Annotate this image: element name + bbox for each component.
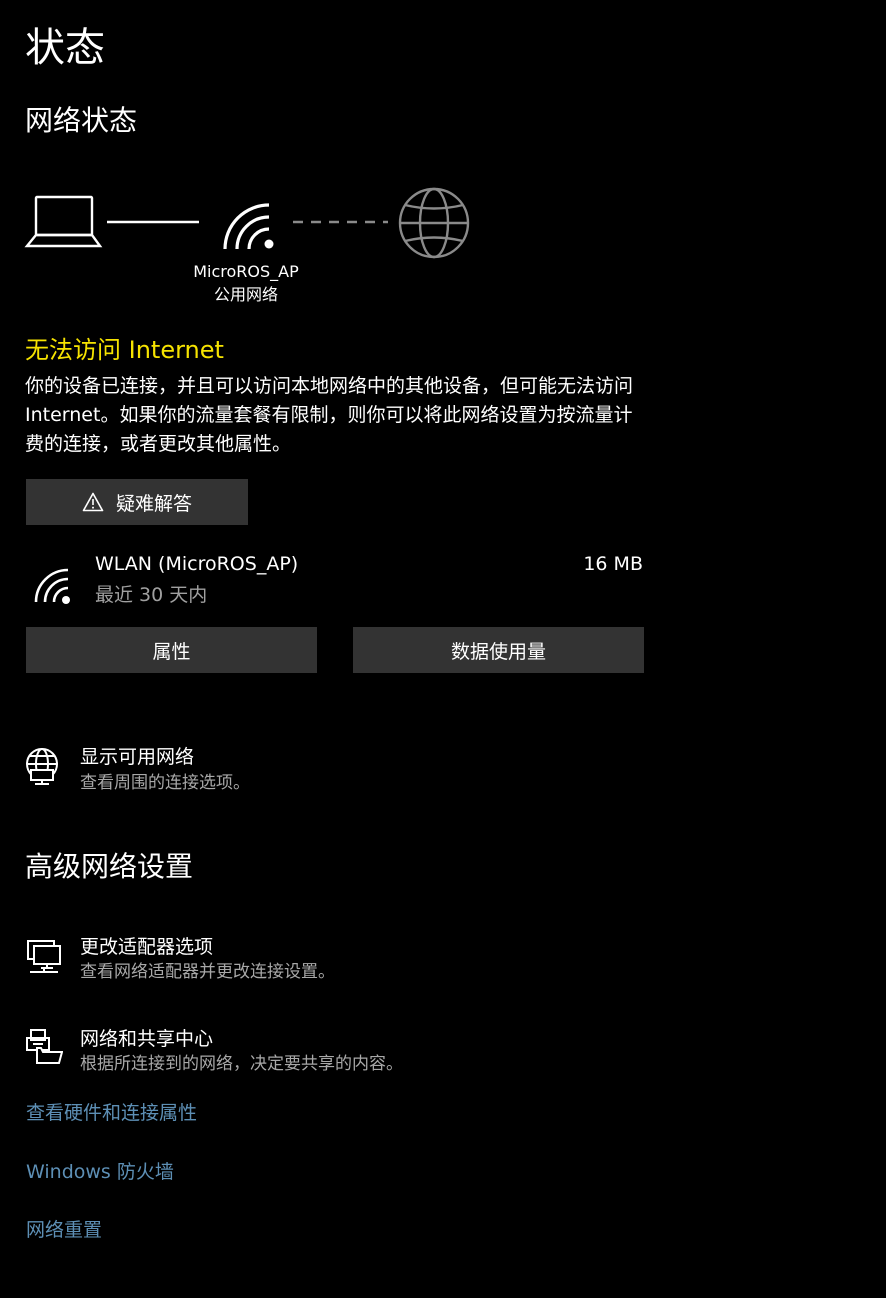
firewall-link[interactable]: Windows 防火墙 [26,1158,174,1186]
hardware-properties-link[interactable]: 查看硬件和连接属性 [26,1099,197,1127]
wifi-icon [34,568,70,604]
network-diagram [24,187,470,259]
show-networks-title[interactable]: 显示可用网络 [80,744,194,770]
sharing-center-icon[interactable] [25,1028,63,1066]
adapter-icon[interactable] [25,938,63,976]
properties-button[interactable]: 属性 [26,627,317,673]
sharing-center-subtitle: 根据所连接到的网络，决定要共享的内容。 [80,1054,403,1074]
connection-name: WLAN (MicroROS_AP) [95,553,299,575]
network-name: MicroROS_AP [193,262,299,281]
connection-data-usage: 16 MB [583,553,643,575]
connection-period: 最近 30 天内 [95,584,208,606]
connection-status-heading: 无法访问 Internet [25,336,224,364]
adapter-options-subtitle: 查看网络适配器并更改连接设置。 [80,962,335,982]
properties-label: 属性 [152,640,191,663]
data-usage-button[interactable]: 数据使用量 [353,627,644,673]
sharing-center-title[interactable]: 网络和共享中心 [80,1026,213,1052]
globe-icon [398,187,470,259]
network-type: 公用网络 [213,285,278,304]
data-usage-label: 数据使用量 [450,640,546,663]
globe-network-icon[interactable] [25,746,63,786]
advanced-settings-heading: 高级网络设置 [25,850,194,883]
warning-icon [82,492,104,512]
show-networks-subtitle: 查看周围的连接选项。 [80,773,250,793]
troubleshoot-button[interactable]: 疑难解答 [26,479,248,525]
wifi-signal-icon [223,203,274,250]
connection-status-description: 你的设备已连接，并且可以访问本地网络中的其他设备，但可能无法访问 Interne… [25,375,634,455]
adapter-options-title[interactable]: 更改适配器选项 [80,934,213,960]
network-reset-link[interactable]: 网络重置 [26,1216,102,1244]
troubleshoot-label: 疑难解答 [115,492,192,515]
laptop-icon [24,195,103,248]
